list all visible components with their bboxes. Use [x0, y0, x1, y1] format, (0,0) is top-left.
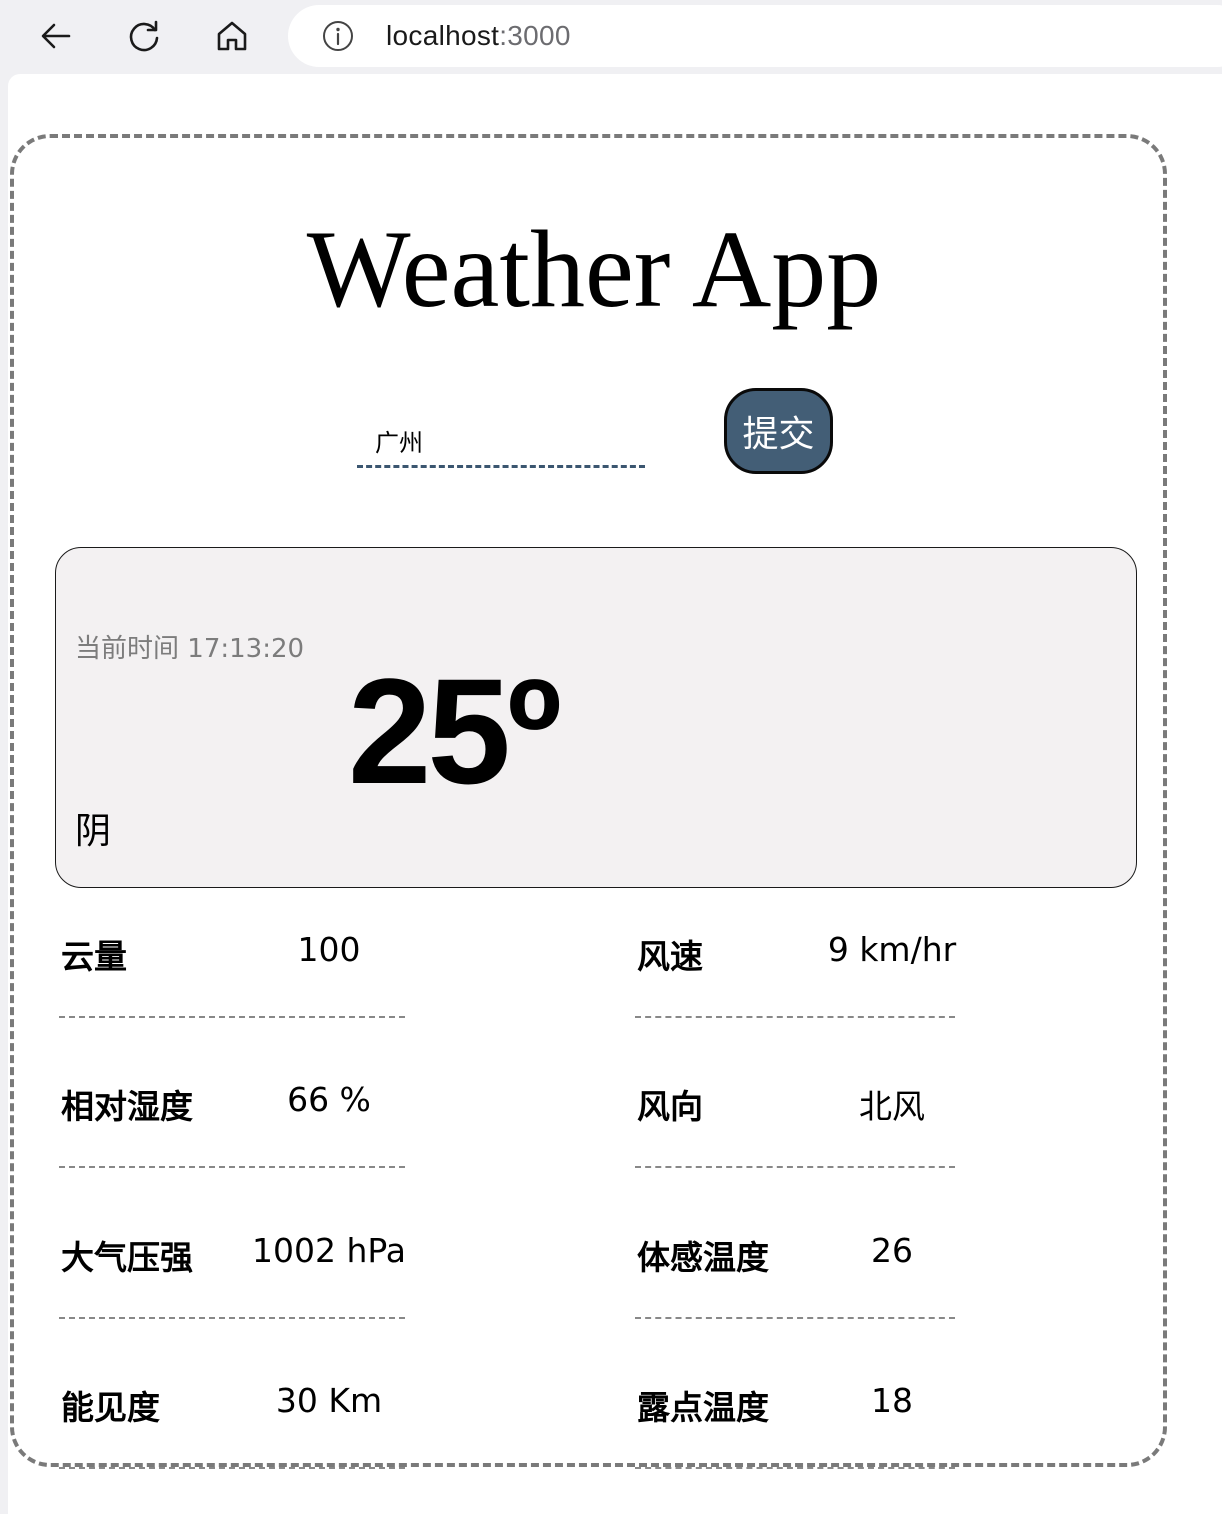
stat-divider — [635, 1166, 955, 1168]
stat-label: 体感温度 — [637, 1238, 769, 1277]
stat-humidity: 相对湿度 66 % — [59, 1076, 405, 1176]
current-time-value: 17:13:20 — [187, 634, 305, 664]
back-icon — [41, 23, 71, 49]
current-time: 当前时间 17:13:20 — [75, 628, 304, 665]
info-icon[interactable] — [322, 20, 354, 52]
home-icon — [217, 21, 247, 51]
stat-divider — [59, 1016, 405, 1018]
stat-pressure: 大气压强 1002 hPa — [59, 1227, 406, 1327]
stat-value: 1002 hPa — [251, 1231, 407, 1270]
address-bar[interactable]: localhost:3000 — [288, 5, 1222, 67]
stat-wind-direction: 风向 北风 — [635, 1076, 955, 1176]
stat-label: 相对湿度 — [61, 1087, 193, 1126]
submit-button[interactable]: 提交 — [724, 388, 833, 474]
stat-value: 18 — [871, 1381, 913, 1420]
stat-value: 66 % — [287, 1080, 371, 1119]
url-port: :3000 — [499, 20, 571, 51]
stat-wind-speed: 风速 9 km/hr — [635, 926, 956, 1026]
stat-value: 30 Km — [275, 1381, 383, 1420]
stat-dew-point: 露点温度 18 — [635, 1377, 955, 1477]
stat-divider — [635, 1317, 955, 1319]
app-title: Weather App — [306, 208, 882, 330]
stat-value: 26 — [871, 1231, 913, 1270]
back-button[interactable] — [34, 14, 78, 58]
home-button[interactable] — [210, 14, 254, 58]
stat-cloud-cover: 云量 100 — [59, 926, 405, 1026]
url-text[interactable]: localhost:3000 — [386, 19, 571, 53]
stat-value: 9 km/hr — [827, 930, 957, 969]
stat-divider — [635, 1016, 955, 1018]
stat-value: 北风 — [859, 1087, 925, 1126]
page-viewport: Weather App 提交 当前时间 17:13:20 25º 阴 云量 10… — [8, 74, 1222, 1514]
stat-label: 能见度 — [61, 1388, 160, 1427]
stat-divider — [59, 1317, 405, 1319]
stat-divider — [59, 1467, 405, 1469]
weather-card: Weather App 提交 当前时间 17:13:20 25º 阴 云量 10… — [10, 134, 1167, 1469]
current-weather-panel: 当前时间 17:13:20 25º 阴 — [55, 547, 1137, 888]
stat-label: 露点温度 — [637, 1388, 769, 1427]
stat-value: 100 — [297, 930, 361, 969]
stat-label: 云量 — [61, 937, 127, 976]
stat-divider — [635, 1467, 955, 1469]
weather-condition: 阴 — [75, 811, 112, 852]
reload-button[interactable] — [122, 14, 166, 58]
current-time-label: 当前时间 — [75, 634, 180, 664]
url-host: localhost — [386, 20, 500, 51]
stat-label: 风速 — [637, 937, 703, 976]
temperature-value: 25º — [348, 647, 562, 815]
reload-icon — [129, 20, 159, 52]
stat-visibility: 能见度 30 Km — [59, 1377, 405, 1477]
stat-feels-like: 体感温度 26 — [635, 1227, 955, 1327]
stat-label: 大气压强 — [61, 1238, 193, 1277]
stat-divider — [59, 1166, 405, 1168]
browser-toolbar: localhost:3000 — [0, 0, 1222, 72]
city-input[interactable] — [357, 416, 645, 468]
stat-label: 风向 — [637, 1087, 703, 1126]
